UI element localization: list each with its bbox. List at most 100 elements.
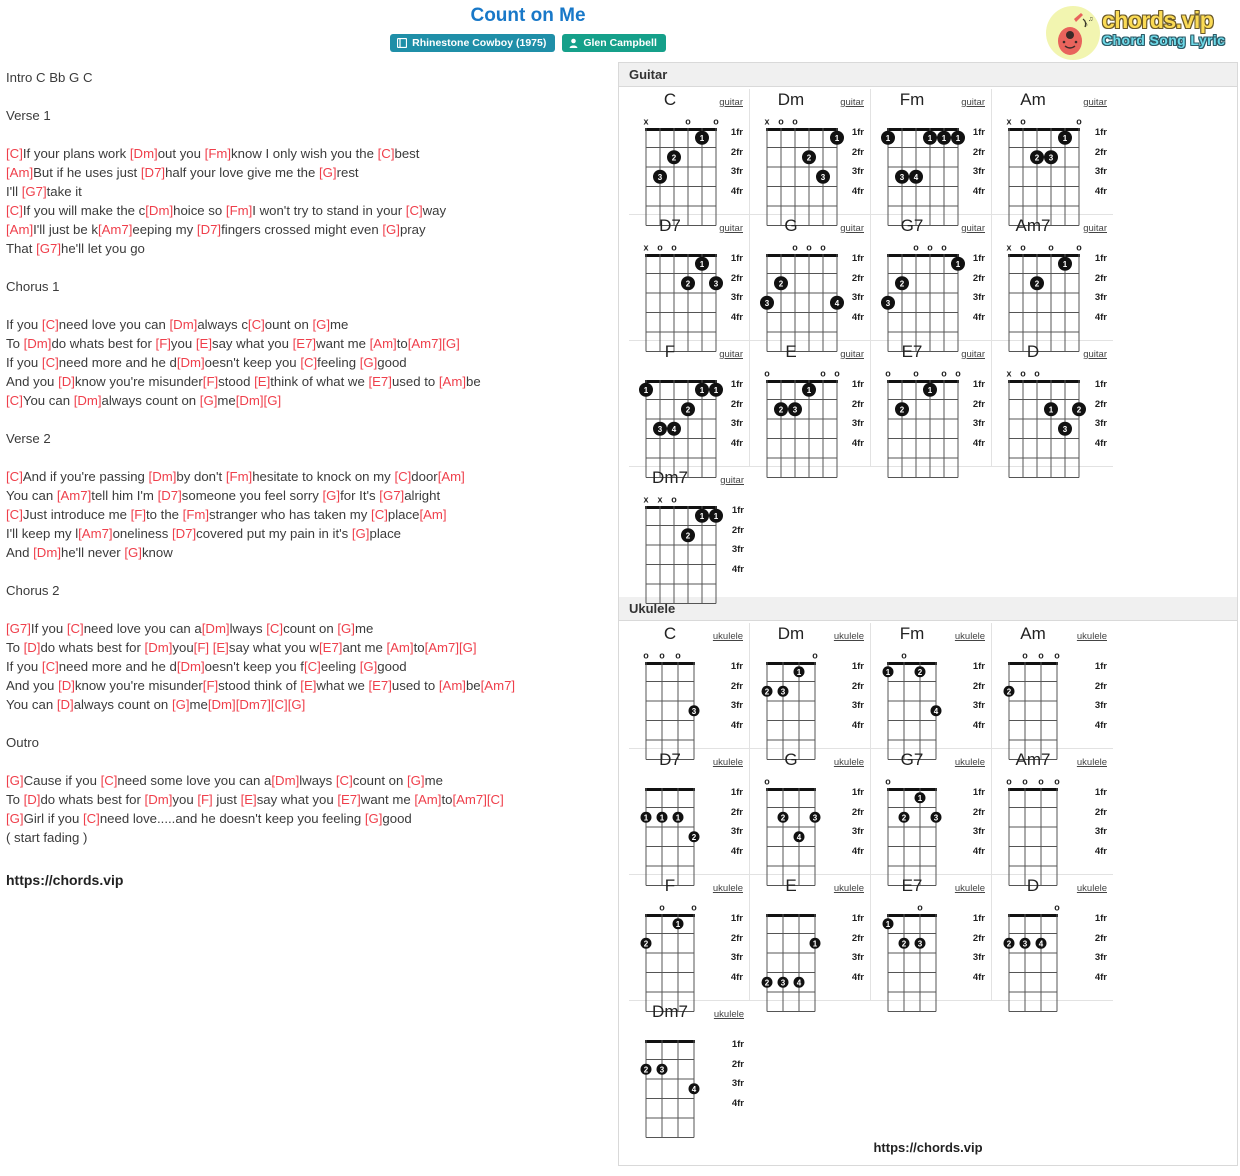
instrument-label[interactable]: guitar [719, 349, 743, 360]
instrument-label[interactable]: guitar [1083, 349, 1107, 360]
instrument-label[interactable]: guitar [719, 223, 743, 234]
ukulele-chord-dm7[interactable]: Dm7 ukulele 2 3 4 1fr 2fr 3fr 4fr [629, 1001, 750, 1138]
fret-label-list: 1fr 2fr 3fr 4fr [1095, 657, 1107, 735]
lyric-text: You can [22, 393, 74, 408]
ukulele-chord-g[interactable]: Gukulele o 2 3 4 1fr 2fr 3fr 4fr [750, 749, 871, 886]
svg-text:1: 1 [886, 134, 891, 143]
lyric-text: know you're misunder [74, 374, 203, 389]
site-logo[interactable]: ♪ ♫ chords.vip Chord Song Lyric [1040, 3, 1232, 63]
lyric-text: That [6, 241, 37, 256]
lyric-text: stood [218, 374, 255, 389]
svg-text:o: o [691, 903, 697, 913]
fret-label: 1fr [730, 127, 743, 138]
logo-text-group: chords.vip Chord Song Lyric [1102, 8, 1225, 48]
chord-marker: [Dm] [145, 203, 174, 218]
instrument-label[interactable]: ukulele [834, 883, 864, 894]
fret-label-list: 1fr 2fr 3fr 4fr [1095, 249, 1107, 327]
chord-marker: [G] [359, 659, 378, 674]
fret-label: 3fr [972, 952, 985, 963]
ukulele-chord-d[interactable]: Dukulele o 2 3 4 1fr 2fr 3fr 4fr [992, 875, 1113, 1012]
instrument-label[interactable]: ukulele [1077, 883, 1107, 894]
chord-marker: [Am7][C] [452, 792, 504, 807]
fret-label-list: 1fr 2fr 3fr 4fr [731, 783, 743, 861]
instrument-label[interactable]: guitar [840, 97, 864, 108]
lyric-text: eeping my [132, 222, 197, 237]
guitar-chord-g7[interactable]: G7 guitar o o o 1 2 3 1fr 2fr 3fr 4fr [871, 215, 992, 352]
ukulele-chord-dm[interactable]: Dm ukulele o 1 2 3 1fr 2fr 3fr 4fr [750, 623, 871, 760]
guitar-chord-e7[interactable]: E7 guitar o o o o 1 2 1fr 2fr 3fr 4fr [871, 341, 992, 478]
fret-label: 2fr [972, 806, 985, 818]
ukulele-chord-e[interactable]: Eukulele 1 2 3 4 1fr 2fr 3fr 4fr [750, 875, 871, 1012]
lyric-spacer [6, 410, 616, 429]
instrument-label[interactable]: ukulele [1077, 757, 1107, 768]
instrument-label[interactable]: ukulele [955, 757, 985, 768]
svg-text:1: 1 [797, 668, 802, 677]
ukulele-chord-e7[interactable]: E7 ukulele o 1 2 3 1fr 2fr 3fr 4fr [871, 875, 992, 1012]
panel-footer-link[interactable]: https://chords.vip [619, 1131, 1237, 1165]
svg-text:1: 1 [644, 386, 649, 395]
guitar-chord-dm[interactable]: Dm guitar x o o 1 2 3 1fr 2fr 3fr 4fr [750, 89, 871, 226]
lyric-spacer [6, 258, 616, 277]
instrument-label[interactable]: ukulele [1077, 631, 1107, 642]
ukulele-chord-f[interactable]: Fukulele o o 1 2 1fr 2fr 3fr 4fr [629, 875, 750, 1012]
guitar-chord-dm7[interactable]: Dm7 guitar x x o 1 1 2 1fr 2fr 3fr 4fr [629, 467, 750, 604]
guitar-chord-g[interactable]: Gguitar o o o 2 3 4 1fr 2fr 3fr 4fr [750, 215, 871, 352]
guitar-chord-d7[interactable]: D7 guitar x o o 1 2 3 1fr 2fr 3fr 4fr [629, 215, 750, 352]
guitar-chord-f[interactable]: Fguitar 1 1 1 2 3 4 1fr 2fr 3fr 4fr [629, 341, 750, 478]
instrument-label[interactable]: ukulele [713, 757, 743, 768]
svg-text:x: x [1006, 369, 1011, 379]
guitar-icon: ♪ ♫ [1054, 11, 1094, 57]
fretboard-diagram: xoo123 [1002, 117, 1086, 227]
ukulele-chord-d7[interactable]: D7 ukulele 1 1 1 2 1fr 2fr 3fr 4fr [629, 749, 750, 886]
album-badge[interactable]: Rhinestone Cowboy (1975) [390, 34, 556, 52]
fret-label: 1fr [1094, 253, 1107, 264]
guitar-chord-fm[interactable]: Fm guitar 1 1 1 1 3 4 1fr 2fr 3fr 4fr [871, 89, 992, 226]
fret-label: 2fr [731, 1058, 744, 1070]
guitar-chord-d[interactable]: Dguitar x o o 1 2 3 1fr 2fr 3fr 4fr [992, 341, 1113, 478]
lyric-text: me [217, 393, 236, 408]
chord-name-label: Dm7 [652, 1002, 688, 1021]
guitar-chord-am[interactable]: Am guitar x o o 1 2 3 1fr 2fr 3fr 4fr [992, 89, 1113, 226]
svg-text:1: 1 [1063, 134, 1068, 143]
fret-label: 1fr [1094, 661, 1107, 672]
guitar-chord-e[interactable]: Eguitar o o o 1 2 3 1fr 2fr 3fr 4fr [750, 341, 871, 478]
instrument-label[interactable]: guitar [961, 223, 985, 234]
instrument-label[interactable]: guitar [1083, 97, 1107, 108]
guitar-chord-am7[interactable]: Am7 guitar x o o o 1 2 1fr 2fr 3fr 4fr [992, 215, 1113, 352]
svg-text:2: 2 [686, 279, 691, 288]
instrument-label[interactable]: ukulele [955, 631, 985, 642]
instrument-label[interactable]: guitar [961, 97, 985, 108]
ukulele-chord-fm[interactable]: Fm ukulele o 1 2 4 1fr 2fr 3fr 4fr [871, 623, 992, 760]
instrument-label[interactable]: ukulele [834, 757, 864, 768]
instrument-label[interactable]: ukulele [955, 883, 985, 894]
svg-text:o: o [659, 651, 665, 661]
instrument-label[interactable]: ukulele [713, 631, 743, 642]
chord-marker: [Am] [438, 678, 466, 693]
svg-text:x: x [764, 117, 769, 127]
fretboard-diagram: ooo3 [639, 651, 701, 761]
instrument-label[interactable]: ukulele [714, 1009, 744, 1020]
ukulele-chord-am[interactable]: Am ukulele o o o 2 1fr 2fr 3fr 4fr [992, 623, 1113, 760]
guitar-chord-c[interactable]: Cguitar x o o 1 2 3 1fr 2fr 3fr 4fr [629, 89, 750, 226]
lyric-text: If you [30, 621, 67, 636]
ukulele-chord-c[interactable]: Cukulele o o o 3 1fr 2fr 3fr 4fr [629, 623, 750, 760]
instrument-label[interactable]: guitar [720, 475, 744, 486]
instrument-label[interactable]: ukulele [713, 883, 743, 894]
svg-text:o: o [1034, 369, 1040, 379]
instrument-label[interactable]: guitar [840, 349, 864, 360]
instrument-label[interactable]: guitar [719, 97, 743, 108]
site-link[interactable]: https://chords.vip [6, 871, 616, 890]
instrument-label[interactable]: guitar [1083, 223, 1107, 234]
fret-label: 2fr [730, 680, 743, 692]
lyric-text: to the [146, 507, 183, 522]
ukulele-chord-am7[interactable]: Am7 ukulele o o o o 1fr 2fr 3fr 4fr [992, 749, 1113, 886]
instrument-label[interactable]: guitar [961, 349, 985, 360]
svg-text:o: o [792, 117, 798, 127]
ukulele-chord-row: Fukulele o o 1 2 1fr 2fr 3fr 4fr Eukulele 1 2 3 4 1fr 2… [629, 875, 1237, 1012]
artist-badge[interactable]: Glen Campbell [562, 34, 666, 52]
instrument-label[interactable]: guitar [840, 223, 864, 234]
ukulele-chord-g7[interactable]: G7 ukulele o 1 2 3 1fr 2fr 3fr 4fr [871, 749, 992, 886]
instrument-label[interactable]: ukulele [834, 631, 864, 642]
chord-name-label: Am [1020, 90, 1046, 109]
lyric-line: I'll keep my l[Am7]oneliness [D7]covered… [6, 524, 616, 543]
